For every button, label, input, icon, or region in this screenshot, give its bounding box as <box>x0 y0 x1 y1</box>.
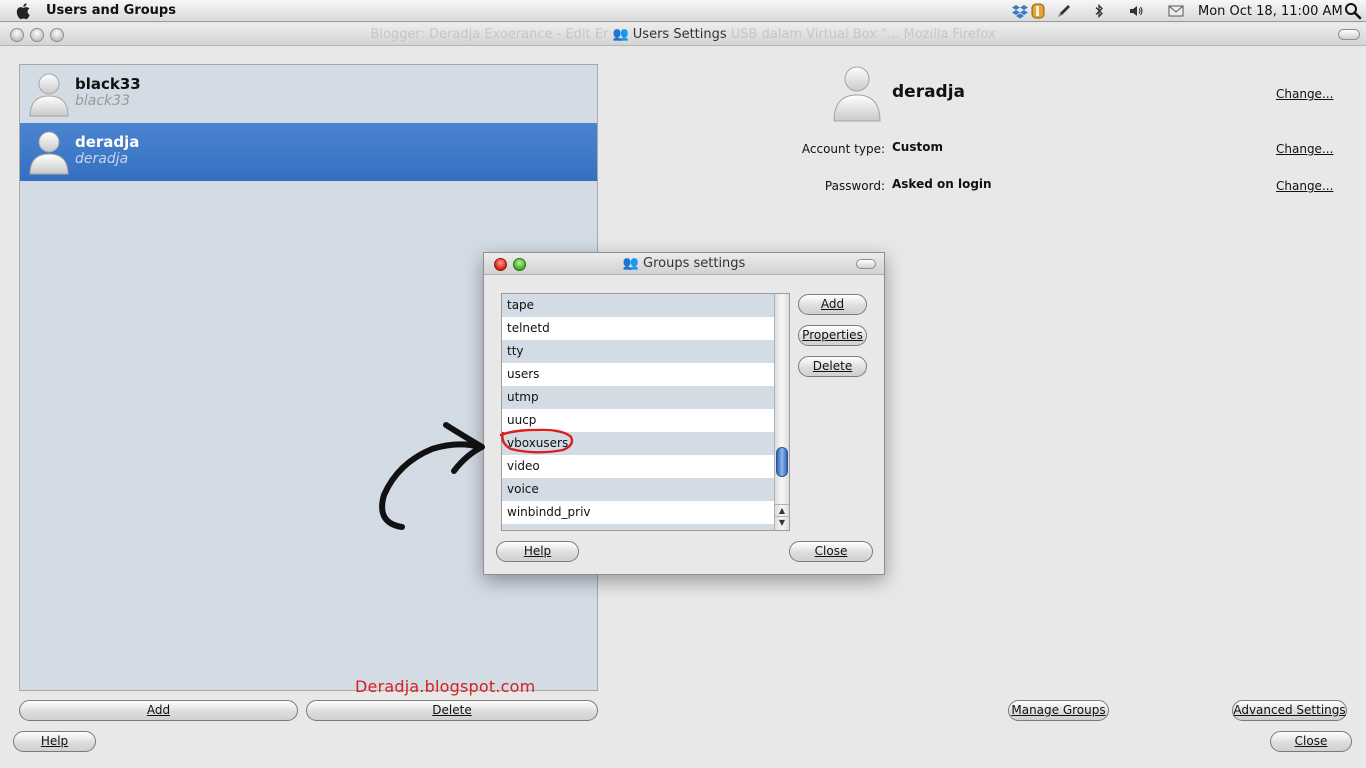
dialog-close-text-button-label: Close <box>814 544 848 558</box>
scrollbar-thumb[interactable] <box>776 447 788 477</box>
help-button[interactable]: Help <box>13 731 96 752</box>
close-button[interactable]: Close <box>1270 731 1352 752</box>
selected-user-avatar-icon <box>833 66 881 122</box>
pen-icon[interactable] <box>1056 3 1072 19</box>
user-avatar-icon <box>29 131 69 175</box>
group-row-voice[interactable]: voice <box>502 478 774 501</box>
dialog-help-button[interactable]: Help <box>496 541 579 562</box>
advanced-settings-button[interactable]: Advanced Settings <box>1232 700 1347 721</box>
groups-settings-dialog: 👥 Groups settings tape telnetd tty users utm… <box>483 252 885 575</box>
group-row-video[interactable]: video <box>502 455 774 478</box>
background-window-title-tail: USB dalam Virtual Box "... Mozilla Firef… <box>730 27 996 42</box>
group-row-utmp[interactable]: utmp <box>502 386 774 409</box>
change-password-button[interactable]: Change... <box>1276 179 1333 193</box>
groups-icon: 👥 <box>622 256 639 271</box>
add-group-button-label: Add <box>820 297 845 311</box>
group-row-tty[interactable]: tty <box>502 340 774 363</box>
group-row-partial[interactable] <box>502 524 774 530</box>
group-list-scrollbar[interactable]: ▲ ▼ <box>774 294 789 530</box>
watermark-text: Deradja.blogspot.com <box>355 677 536 696</box>
dialog-title-text: Groups settings <box>643 256 746 271</box>
add-group-button[interactable]: Add <box>798 294 867 315</box>
delete-user-button[interactable]: Delete <box>306 700 598 721</box>
delete-group-button[interactable]: Delete <box>798 356 867 377</box>
manage-groups-button[interactable]: Manage Groups <box>1008 700 1109 721</box>
window-title-text: Users Settings <box>632 27 727 42</box>
toolbar-toggle-button[interactable] <box>1338 29 1360 40</box>
user-avatar-icon <box>29 73 69 117</box>
dialog-toolbar-toggle-button[interactable] <box>856 259 876 269</box>
scroll-down-arrow-icon[interactable]: ▼ <box>775 516 789 528</box>
add-user-button-label: Add <box>146 703 171 717</box>
group-properties-button[interactable]: Properties <box>798 325 867 346</box>
clock[interactable]: Mon Oct 18, 11:00 AM <box>1198 4 1343 19</box>
window-titlebar[interactable]: Blogger: Deradja Exoerance - Edit Er 👥 U… <box>0 24 1366 46</box>
password-value: Asked on login <box>892 177 992 191</box>
window-title: Blogger: Deradja Exoerance - Edit Er 👥 U… <box>0 27 1366 42</box>
background-window-title: Blogger: Deradja Exoerance - Edit Er <box>370 27 609 42</box>
orange-app-icon[interactable] <box>1030 3 1046 19</box>
group-row-winbindd-priv[interactable]: winbindd_priv <box>502 501 774 524</box>
user-row-black33[interactable]: black33 black33 <box>20 65 597 123</box>
group-list[interactable]: tape telnetd tty users utmp uucp vboxusers vide… <box>501 293 790 531</box>
dialog-titlebar[interactable]: 👥 Groups settings <box>484 253 884 275</box>
account-type-value: Custom <box>892 140 943 154</box>
add-user-button[interactable]: Add <box>19 700 298 721</box>
password-label: Password: <box>824 179 885 193</box>
delete-user-button-label: Delete <box>432 703 472 717</box>
user-login: deradja <box>75 151 129 167</box>
account-type-label: Account type: <box>801 142 885 156</box>
delete-group-button-label: Delete <box>812 359 853 373</box>
red-circle-annotation <box>499 428 574 454</box>
dialog-close-text-button[interactable]: Close <box>789 541 873 562</box>
user-row-deradja[interactable]: deradja deradja <box>20 123 597 181</box>
arrow-annotation-icon <box>379 422 485 530</box>
group-properties-button-label: Properties <box>802 328 863 342</box>
user-login: black33 <box>75 93 130 109</box>
users-icon: 👥 <box>612 27 629 42</box>
dialog-help-button-label: Help <box>523 544 552 558</box>
scroll-up-arrow-icon[interactable]: ▲ <box>775 504 789 516</box>
dialog-title: 👥 Groups settings <box>484 256 884 271</box>
advanced-settings-button-label: Advanced Settings <box>1233 703 1346 717</box>
close-button-label: Close <box>1294 734 1328 748</box>
app-title[interactable]: Users and Groups <box>46 3 176 18</box>
menubar: Users and Groups Mon Oct 18, 11:00 AM <box>0 0 1366 22</box>
mail-icon[interactable] <box>1168 3 1184 19</box>
apple-icon[interactable] <box>14 1 34 21</box>
user-name: deradja <box>75 133 140 151</box>
change-account-type-button[interactable]: Change... <box>1276 142 1333 156</box>
selected-user-name: deradja <box>892 82 966 102</box>
manage-groups-button-label: Manage Groups <box>1011 703 1106 717</box>
user-name: black33 <box>75 75 141 93</box>
group-row-telnetd[interactable]: telnetd <box>502 317 774 340</box>
group-row-tape[interactable]: tape <box>502 294 774 317</box>
spotlight-icon[interactable] <box>1344 2 1362 20</box>
help-button-label: Help <box>40 734 69 748</box>
volume-icon[interactable] <box>1128 3 1144 19</box>
bluetooth-icon[interactable] <box>1091 3 1107 19</box>
group-row-users[interactable]: users <box>502 363 774 386</box>
change-name-button[interactable]: Change... <box>1276 87 1333 101</box>
dropbox-icon[interactable] <box>1012 3 1028 19</box>
